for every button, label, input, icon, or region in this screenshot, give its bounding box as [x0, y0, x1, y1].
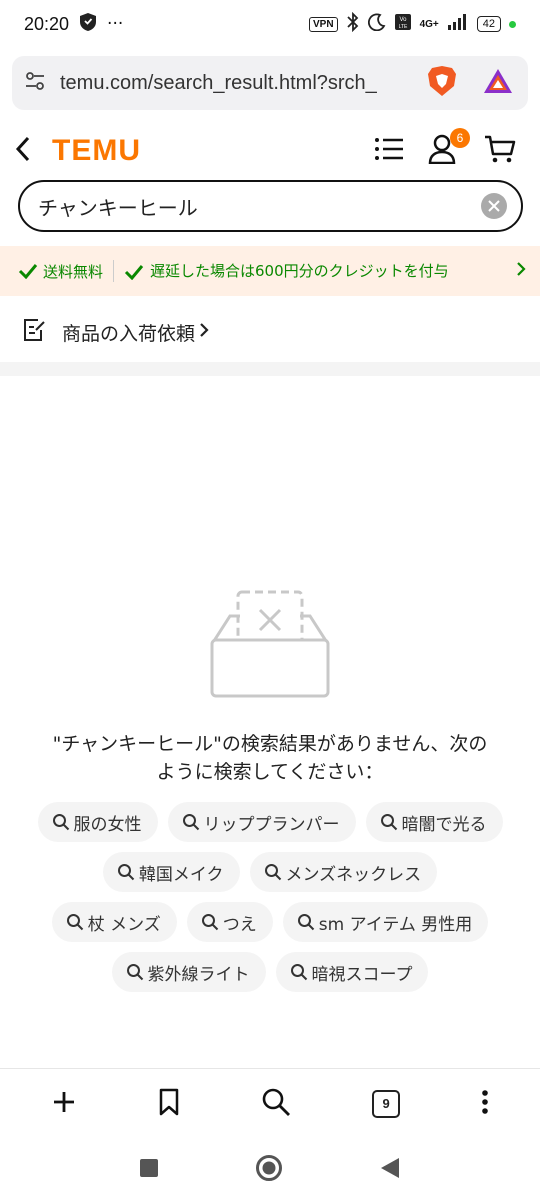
clear-search-button[interactable]	[481, 193, 507, 219]
suggestion-label: リッププランパー	[203, 814, 340, 835]
moon-icon	[367, 13, 386, 36]
app-header: TEMU 6	[0, 126, 540, 176]
free-shipping-item: 送料無料	[18, 261, 103, 282]
chevron-right-icon[interactable]	[516, 261, 526, 281]
tab-switcher-button[interactable]: 9	[372, 1089, 401, 1118]
search-icon	[297, 914, 314, 931]
bookmark-icon	[159, 1088, 179, 1115]
square-icon	[140, 1159, 158, 1177]
edit-note-icon	[22, 318, 46, 347]
cart-icon[interactable]	[484, 134, 516, 168]
suggestion-label: 暗闇で光る	[401, 814, 487, 835]
search-icon	[66, 914, 83, 931]
suggestion-chip[interactable]: sm アイテム 男性用	[282, 902, 489, 942]
stock-request-label[interactable]: 商品の入荷依頼	[62, 319, 195, 346]
suggestion-chip[interactable]: 暗闇で光る	[365, 802, 503, 842]
search-icon	[52, 814, 69, 831]
signal-icon	[447, 13, 469, 35]
bookmarks-button[interactable]	[158, 1088, 180, 1120]
search-icon	[380, 814, 397, 831]
more-notifications-icon: ···	[107, 14, 124, 34]
account-button[interactable]: 6	[428, 128, 470, 168]
category-list-icon[interactable]	[374, 136, 404, 166]
brave-rewards-icon[interactable]	[482, 67, 514, 99]
search-icon	[182, 814, 199, 831]
suggestion-label: 服の女性	[73, 814, 142, 835]
browser-toolbar: 9	[0, 1068, 540, 1138]
temu-logo[interactable]: TEMU	[52, 134, 141, 168]
triangle-back-icon	[381, 1158, 399, 1178]
vpn-icon: VPN	[309, 16, 338, 32]
check-icon	[18, 264, 38, 279]
no-results-message: "チャンキーヒール"の検索結果がありません、次のように検索してください：	[52, 733, 488, 783]
suggestion-label: つえ	[222, 914, 257, 935]
search-icon	[262, 1088, 290, 1116]
promo-strip[interactable]: 送料無料 遅延した場合は600円分のクレジットを付与	[0, 246, 540, 296]
search-icon	[264, 864, 281, 881]
address-bar[interactable]: temu.com/search_result.html?srch_	[12, 56, 528, 110]
close-icon	[488, 200, 500, 212]
svg-text:Vo: Vo	[399, 17, 407, 23]
network-type: 4G+	[419, 18, 439, 30]
more-vertical-icon	[482, 1089, 489, 1114]
suggestion-label: 杖 メンズ	[87, 914, 161, 935]
suggestion-label: sm アイテム 男性用	[318, 914, 473, 935]
brave-shields-icon[interactable]	[426, 64, 458, 102]
user-icon	[428, 134, 460, 168]
suggestion-chip[interactable]: 紫外線ライト	[111, 952, 266, 992]
late-credit-label: 遅延した場合は600円分のクレジットを付与	[150, 262, 449, 280]
suggestion-chip[interactable]: つえ	[186, 902, 273, 942]
volte-icon: Vo LTE	[394, 13, 412, 36]
section-divider	[0, 362, 540, 376]
system-nav-bar	[0, 1140, 540, 1200]
status-time: 20:20	[24, 13, 70, 34]
stock-request-row[interactable]: 商品の入荷依頼	[0, 306, 540, 358]
suggestion-chip[interactable]: 杖 メンズ	[51, 902, 177, 942]
free-shipping-label: 送料無料	[43, 262, 104, 281]
new-tab-button[interactable]	[51, 1089, 77, 1119]
privacy-dot	[509, 20, 516, 28]
suggestion-label: 暗視スコープ	[311, 964, 413, 985]
suggestion-chip[interactable]: メンズネックレス	[249, 852, 438, 892]
svg-text:LTE: LTE	[398, 24, 407, 30]
late-credit-item: 遅延した場合は600円分のクレジットを付与	[124, 261, 462, 281]
circle-icon	[256, 1155, 282, 1181]
site-settings-icon[interactable]	[24, 70, 46, 96]
search-icon	[290, 964, 307, 981]
plus-icon	[53, 1091, 74, 1112]
home-button[interactable]	[255, 1154, 283, 1186]
bluetooth-icon	[346, 11, 360, 37]
chevron-right-icon	[199, 321, 209, 343]
search-icon	[117, 864, 135, 881]
search-field[interactable]: チャンキーヒール	[18, 180, 523, 232]
suggestion-label: 紫外線ライト	[147, 964, 250, 985]
shield-icon	[79, 12, 97, 37]
search-icon	[201, 914, 218, 931]
battery-icon: 42	[476, 16, 501, 32]
suggestion-chips: 服の女性 リッププランパー 暗闇で光る 韓国メイク メンズネックレス 杖 メンズ…	[0, 802, 540, 1002]
check-icon	[124, 265, 144, 280]
suggestion-label: 韓国メイク	[138, 864, 224, 885]
empty-box-icon	[210, 588, 330, 704]
status-bar: 20:20 ··· VPN Vo LTE 4G+ 42	[0, 0, 540, 48]
promo-divider	[113, 260, 115, 282]
menu-button[interactable]	[481, 1089, 489, 1119]
notification-badge: 6	[450, 128, 470, 148]
suggestion-label: メンズネックレス	[285, 864, 422, 885]
back-icon[interactable]	[14, 135, 32, 167]
search-icon	[126, 964, 143, 981]
search-query[interactable]: チャンキーヒール	[38, 192, 198, 221]
back-button[interactable]	[379, 1156, 401, 1184]
url-text[interactable]: temu.com/search_result.html?srch_	[60, 72, 412, 95]
recents-button[interactable]	[139, 1158, 159, 1182]
suggestion-chip[interactable]: 服の女性	[37, 802, 158, 842]
suggestion-chip[interactable]: 韓国メイク	[102, 852, 240, 892]
search-button[interactable]	[261, 1087, 291, 1121]
suggestion-chip[interactable]: 暗視スコープ	[275, 952, 429, 992]
suggestion-chip[interactable]: リッププランパー	[167, 802, 356, 842]
